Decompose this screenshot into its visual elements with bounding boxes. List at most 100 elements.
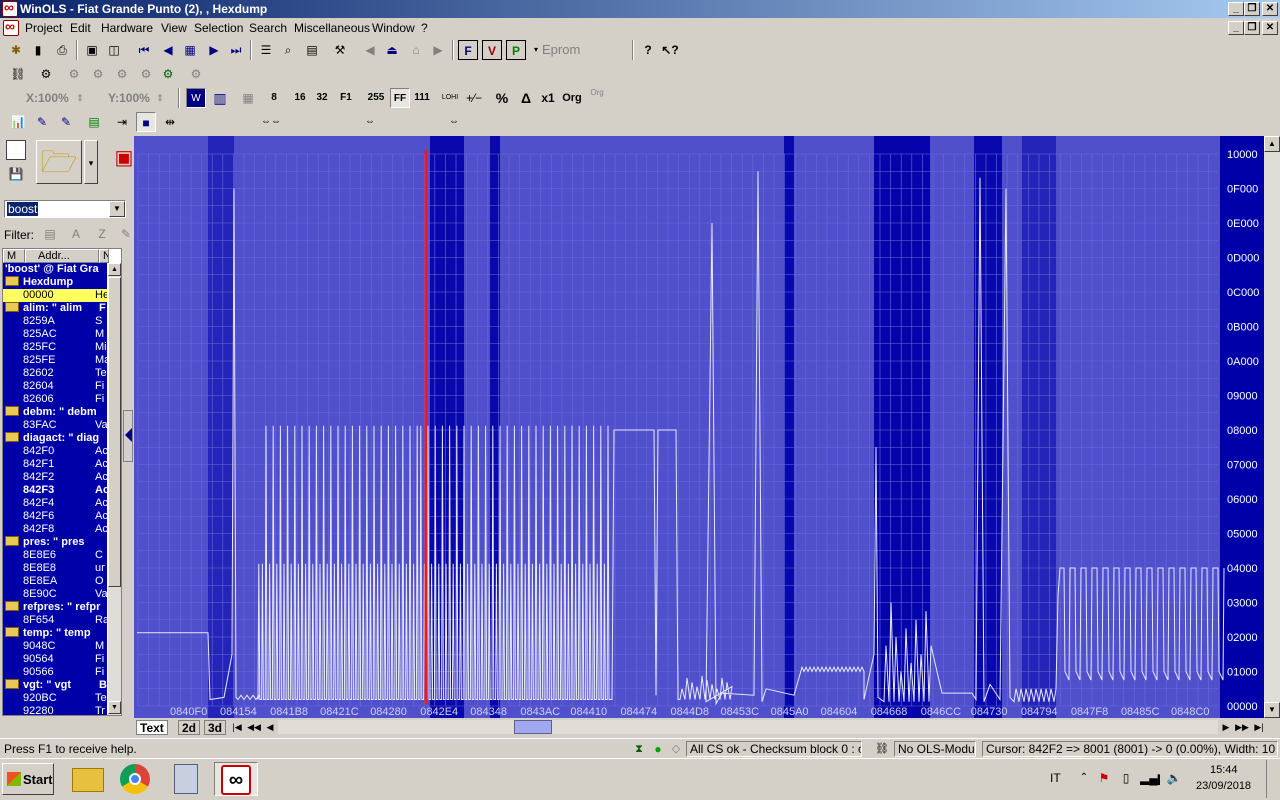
compare-icon[interactable]: ◫ [104,40,124,60]
first-icon[interactable]: ⏮ [134,40,154,60]
tree-item[interactable]: 842F6 Ac [3,510,107,523]
new-file-icon[interactable] [6,140,26,160]
child-close-button[interactable]: ✕ [1262,21,1278,35]
32bit-button[interactable]: 32 [312,88,332,108]
lohi-button[interactable]: LOHI [440,88,460,108]
hscroll-fastback-icon[interactable]: ◀◀ [246,718,262,736]
home-icon[interactable]: ⌂ [406,40,426,60]
tree-root[interactable]: 'boost' @ Fiat Gra [3,263,107,276]
tree-item[interactable]: 842F1 Ac [3,458,107,471]
decimal-button[interactable]: 255 [366,88,386,108]
tree-item[interactable]: 825FE Ma [3,354,107,367]
tree-item[interactable]: 8E90C Va [3,588,107,601]
tree-item[interactable]: 842F3 Ac [3,484,107,497]
document-icon[interactable] [3,18,19,36]
menu-selection[interactable]: Selection [194,21,243,35]
8bit-button[interactable]: 8 [264,88,284,108]
compare-original-button[interactable]: Org [586,88,608,108]
tree-item[interactable]: 8259A S [3,315,107,328]
next-icon[interactable]: ▶ [204,40,224,60]
hex-button[interactable]: FF [390,88,410,108]
percent-button[interactable]: % [492,88,512,108]
disconnect-icon[interactable]: ⚙ [186,64,206,84]
16bit-button[interactable]: 16 [290,88,310,108]
chart-vertical-scrollbar[interactable]: ▲ ▼ [1264,136,1280,718]
tree-item[interactable]: 8F654 Ra [3,614,107,627]
tree-item[interactable]: 825AC M [3,328,107,341]
tree-item[interactable]: 825FC Mi [3,341,107,354]
tree-icon[interactable]: ☰ [256,40,276,60]
y-zoom-spin-icon[interactable]: ⇕ [150,88,170,108]
start-button[interactable]: Start [2,763,54,795]
hexdump-2d-chart[interactable]: 00000 01000 02000 03000 04000 05000 06000 07000… [134,136,1264,718]
tree-item[interactable]: 83FAC Va [3,419,107,432]
chart-icon[interactable]: 📊 [8,112,28,132]
tray-expand-icon[interactable]: ⌃ [1074,768,1094,788]
chart-scroll-down-icon[interactable]: ▼ [1264,702,1280,718]
maximize-button[interactable]: ❐ [1244,2,1260,16]
connect-icon[interactable]: ⛓ [8,64,28,84]
shift-spin-icon[interactable]: ⇔ [444,112,464,132]
tree-item[interactable]: 8E8EA O [3,575,107,588]
help-icon[interactable]: ? [638,40,658,60]
network-icon[interactable]: ▂▄▆ [1140,768,1160,788]
erase-icon[interactable]: ⚙ [136,64,156,84]
find-icon[interactable]: ⌕ [278,40,298,60]
clock-time[interactable]: 15:44 [1210,764,1238,776]
map-edit-icon[interactable]: ✎ [32,112,52,132]
hscroll-thumb[interactable] [514,720,552,734]
language-indicator[interactable]: IT [1050,771,1061,785]
tree-item[interactable]: 9048C M [3,640,107,653]
print-icon[interactable]: ⎙ [52,40,72,60]
menu-edit[interactable]: Edit [70,21,91,35]
device-icon[interactable]: ▯ [1116,768,1136,788]
child-restore-button[interactable]: ❐ [1244,21,1260,35]
wizard-icon[interactable]: ✱ [6,40,26,60]
scroll-icon[interactable]: ▤ [302,40,322,60]
window-icon[interactable]: ▣ [82,40,102,60]
tab-2d[interactable]: 2d [178,720,201,735]
hscroll-back-icon[interactable]: ◀ [264,718,276,736]
collapse-arrow-icon[interactable] [125,428,132,442]
menu-project[interactable]: Project [25,21,62,35]
offset-spin-icon[interactable]: ⇔ [360,112,380,132]
menu-view[interactable]: View [161,21,187,35]
tree-item[interactable]: 920BC Te [3,692,107,705]
verify-icon[interactable]: ⚙ [112,64,132,84]
tab-3d[interactable]: 3d [204,720,227,735]
tree-item[interactable]: 842F0 Ac [3,445,107,458]
delta-icon[interactable]: Δ [516,88,536,108]
tree-item[interactable]: 82602 Te [3,367,107,380]
tree-folder[interactable]: Hexdump [3,276,107,289]
map-import-icon[interactable]: ▤ [84,112,104,132]
close-button[interactable]: ✕ [1262,2,1278,16]
last-icon[interactable]: ⏭ [226,40,246,60]
sign-icon[interactable]: +⁄− [464,88,484,108]
tree-folder[interactable]: refpres: " refpr [3,601,107,614]
tree-folder[interactable]: alim: " alim F [3,302,107,315]
tree-item[interactable]: 00000 He [3,289,107,302]
filter-pin-icon[interactable]: ✎ [116,224,136,244]
write-icon[interactable]: ⚙ [88,64,108,84]
back-icon[interactable]: ◀ [360,40,380,60]
float-button[interactable]: F1 [336,88,356,108]
tree-item[interactable]: 90566 Fi [3,666,107,679]
tree-item[interactable]: 842F4 Ac [3,497,107,510]
factor-button[interactable]: x1 [538,88,558,108]
search-combo[interactable]: boost ▼ [4,200,126,218]
table-icon[interactable]: ▦ [180,40,200,60]
context-help-icon[interactable]: ↖? [660,40,680,60]
volume-icon[interactable]: 🔈 [1164,768,1184,788]
tools-icon[interactable]: ⚒ [330,40,350,60]
tab-text[interactable]: Text [136,720,168,735]
tree-scrollbar[interactable]: ▲ ▼ [108,263,121,715]
binary-button[interactable]: 111 [412,88,432,108]
tree-folder[interactable]: pres: " pres [3,536,107,549]
app-icon[interactable] [2,0,18,17]
hscroll-track[interactable] [278,720,1218,734]
text-view-icon[interactable]: W [186,88,206,108]
hscroll-last-icon[interactable]: ▶| [1252,718,1266,736]
forward-icon[interactable]: ▶ [428,40,448,60]
columns-view-icon[interactable]: ▥ [210,88,230,108]
tree-scroll-down-icon[interactable]: ▼ [108,701,121,714]
